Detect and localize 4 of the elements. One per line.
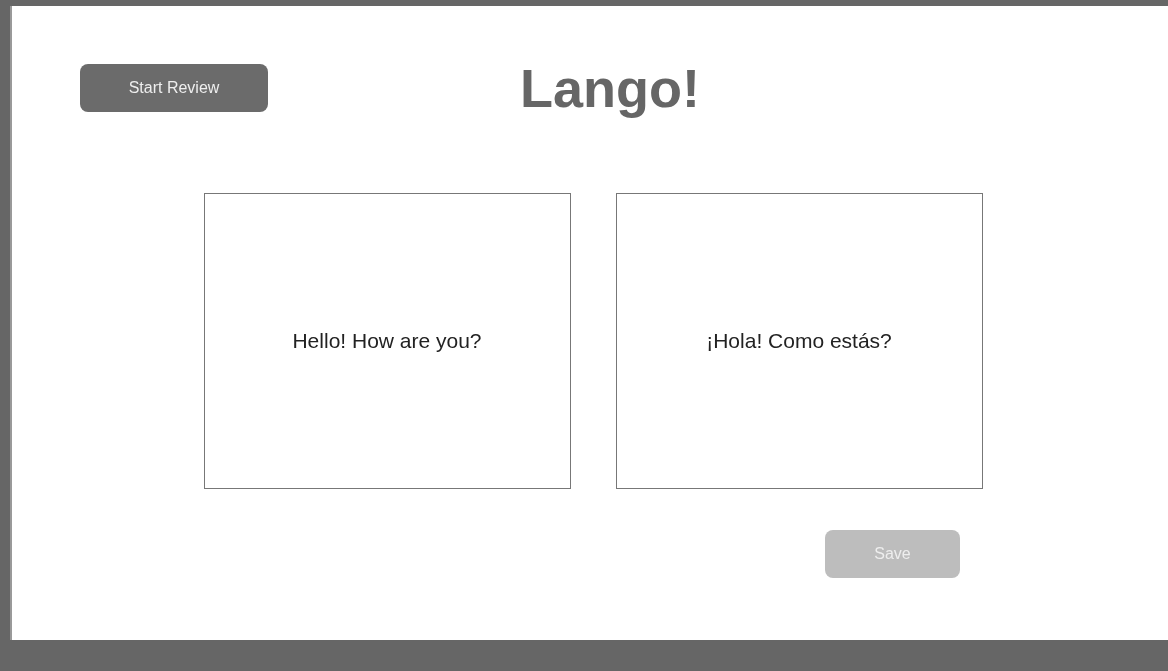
app-title: Lango! — [519, 58, 700, 118]
start-review-button[interactable]: Start Review — [80, 64, 268, 112]
card-text: Hello! How are you? — [292, 329, 482, 353]
card-text: ¡Hola! Como estás? — [706, 329, 892, 353]
